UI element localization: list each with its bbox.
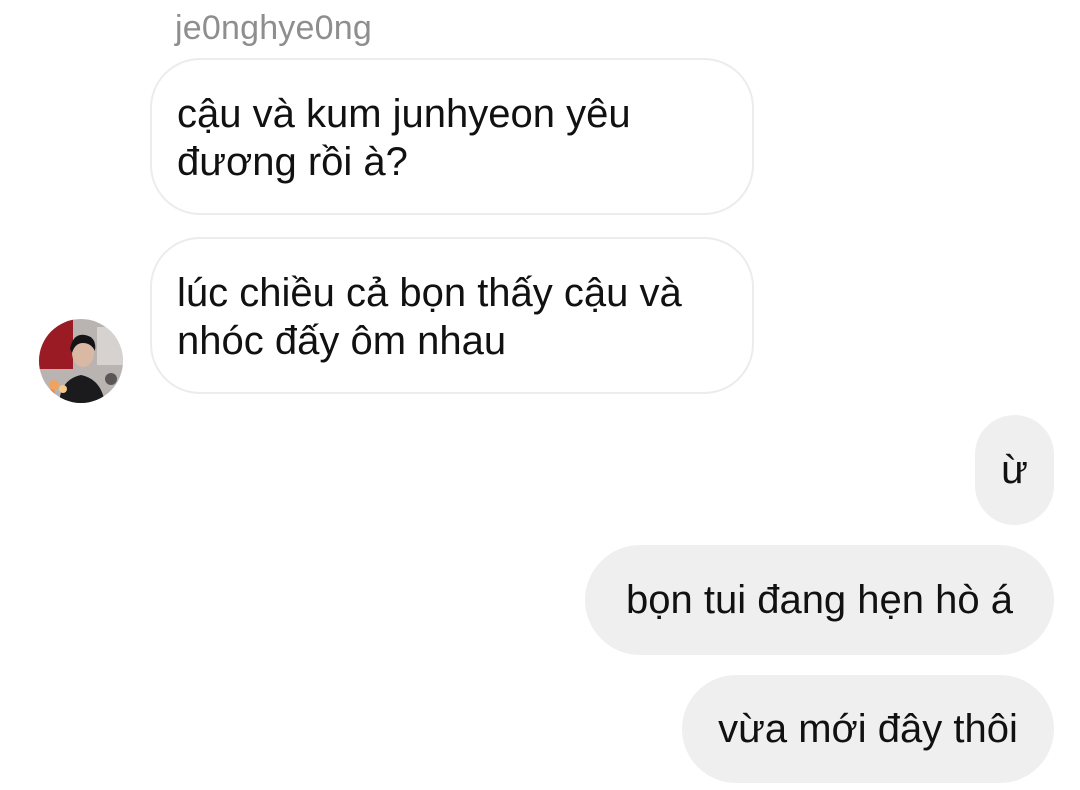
incoming-message-bubble[interactable]: lúc chiều cả bọn thấy cậu và nhóc đấy ôm… — [150, 237, 754, 394]
profile-photo-icon — [39, 319, 123, 403]
avatar[interactable] — [39, 319, 123, 403]
incoming-message-bubble[interactable]: cậu và kum junhyeon yêu đương rồi à? — [150, 58, 754, 215]
sender-name: je0nghye0ng — [175, 9, 372, 47]
message-text-line: nhóc đấy ôm nhau — [177, 319, 507, 363]
message-text-line: cậu và kum junhyeon yêu — [177, 92, 631, 136]
message-text-line: đương rồi à? — [177, 140, 408, 184]
message-text: bọn tui đang hẹn hò á — [625, 578, 1013, 622]
outgoing-message-bubble[interactable]: bọn tui đang hẹn hò á — [585, 545, 1054, 655]
message-text-line: lúc chiều cả bọn thấy cậu và — [177, 271, 682, 315]
message-text: vừa mới đây thôi — [718, 707, 1018, 751]
outgoing-message-bubble[interactable]: ừ — [975, 415, 1054, 525]
outgoing-message-bubble[interactable]: vừa mới đây thôi — [682, 675, 1054, 783]
message-text: ừ — [1001, 448, 1028, 492]
